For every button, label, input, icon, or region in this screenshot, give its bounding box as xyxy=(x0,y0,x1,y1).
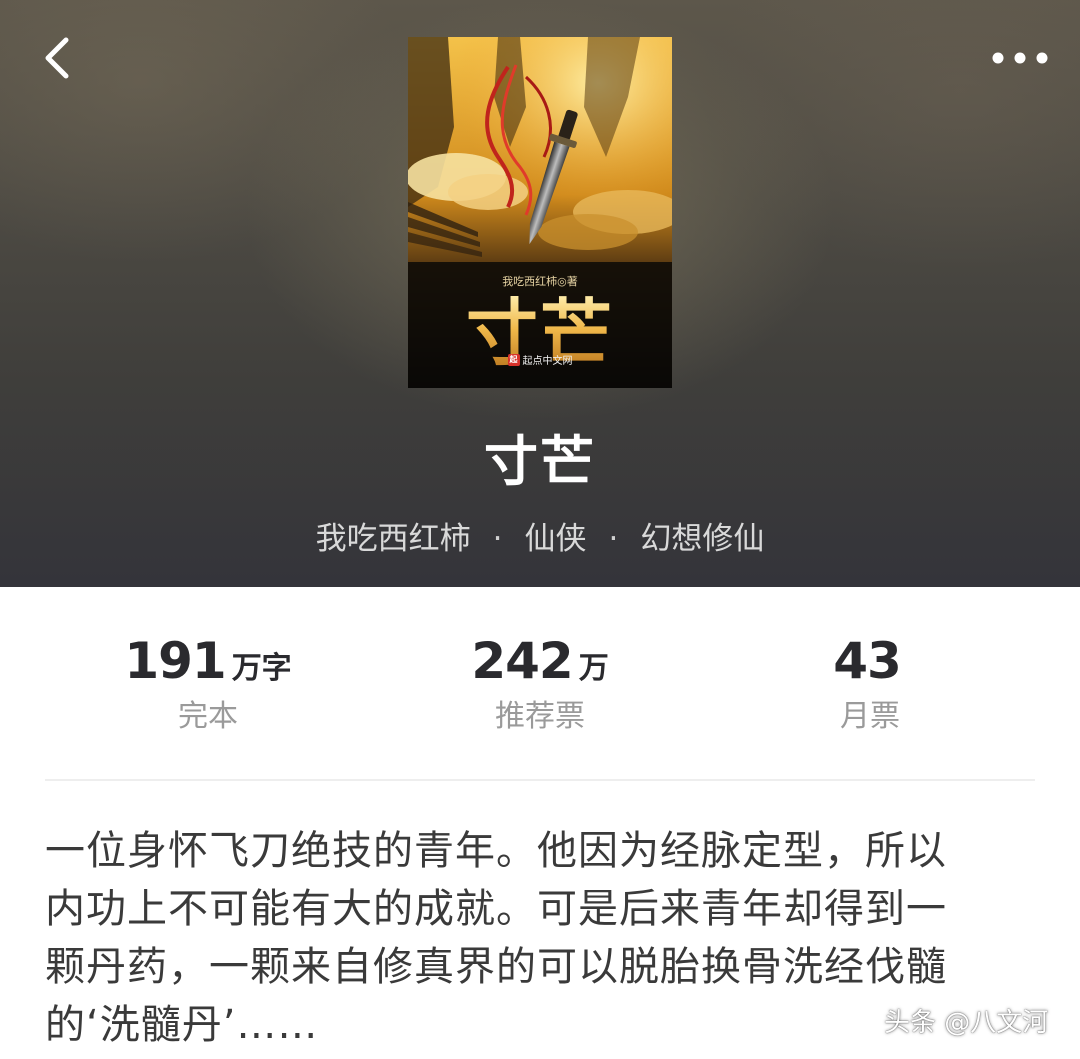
chevron-left-icon xyxy=(45,37,69,79)
stat-unit: 万 xyxy=(578,651,609,686)
stat-recommend-votes[interactable]: 242 万 推荐票 xyxy=(440,629,640,739)
book-title: 寸芒 xyxy=(484,429,596,493)
book-header: 我吃西红柿◎著 寸芒 起 起点中文网 寸芒 我吃西红柿 · 仙侠 · 幻想修仙 xyxy=(0,0,1080,587)
book-stats: 191 万字 完本 242 万 推荐票 43 月票 xyxy=(0,587,1080,781)
cover-author-line: 我吃西红柿◎著 xyxy=(502,275,578,288)
stat-value: 43 xyxy=(833,632,902,690)
more-dots-icon xyxy=(992,52,1048,64)
description-line: 一位身怀飞刀绝技的青年。他因为经脉定型，所以 xyxy=(45,828,947,874)
meta-separator: · xyxy=(608,521,619,557)
author-link[interactable]: 我吃西红柿 xyxy=(316,516,471,562)
section-divider xyxy=(45,779,1035,781)
book-meta: 我吃西红柿 · 仙侠 · 幻想修仙 xyxy=(0,516,1080,562)
stat-unit: 万字 xyxy=(231,651,292,686)
publisher-logo-icon: 起 xyxy=(507,353,520,366)
more-options-button[interactable] xyxy=(984,36,1056,80)
stat-label: 推荐票 xyxy=(495,699,585,734)
stat-monthly-votes[interactable]: 43 月票 xyxy=(770,629,970,739)
back-button[interactable] xyxy=(30,30,86,86)
watermark: 头条 @八文河 xyxy=(884,1008,1049,1038)
book-detail-page: 我吃西红柿◎著 寸芒 起 起点中文网 寸芒 我吃西红柿 · 仙侠 · 幻想修仙 … xyxy=(0,0,1080,1059)
stat-label: 月票 xyxy=(840,699,900,734)
meta-separator: · xyxy=(492,521,503,557)
description-line: 内功上不可能有大的成就。可是后来青年却得到一 xyxy=(45,886,947,932)
category-link[interactable]: 仙侠 xyxy=(525,516,587,562)
description-line: 颗丹药，一颗来自修真界的可以脱胎换骨洗经伐髓 xyxy=(45,944,947,990)
stat-word-count: 191 万字 完本 xyxy=(108,629,308,739)
publisher-name: 起点中文网 xyxy=(522,356,573,367)
cover-publisher: 起 起点中文网 xyxy=(408,352,672,367)
stat-value: 191 xyxy=(124,632,226,690)
stat-label: 完本 xyxy=(178,699,238,734)
book-cover[interactable]: 我吃西红柿◎著 寸芒 起 起点中文网 xyxy=(408,37,672,388)
subcategory-link[interactable]: 幻想修仙 xyxy=(640,516,764,562)
stat-value: 242 xyxy=(471,632,573,690)
